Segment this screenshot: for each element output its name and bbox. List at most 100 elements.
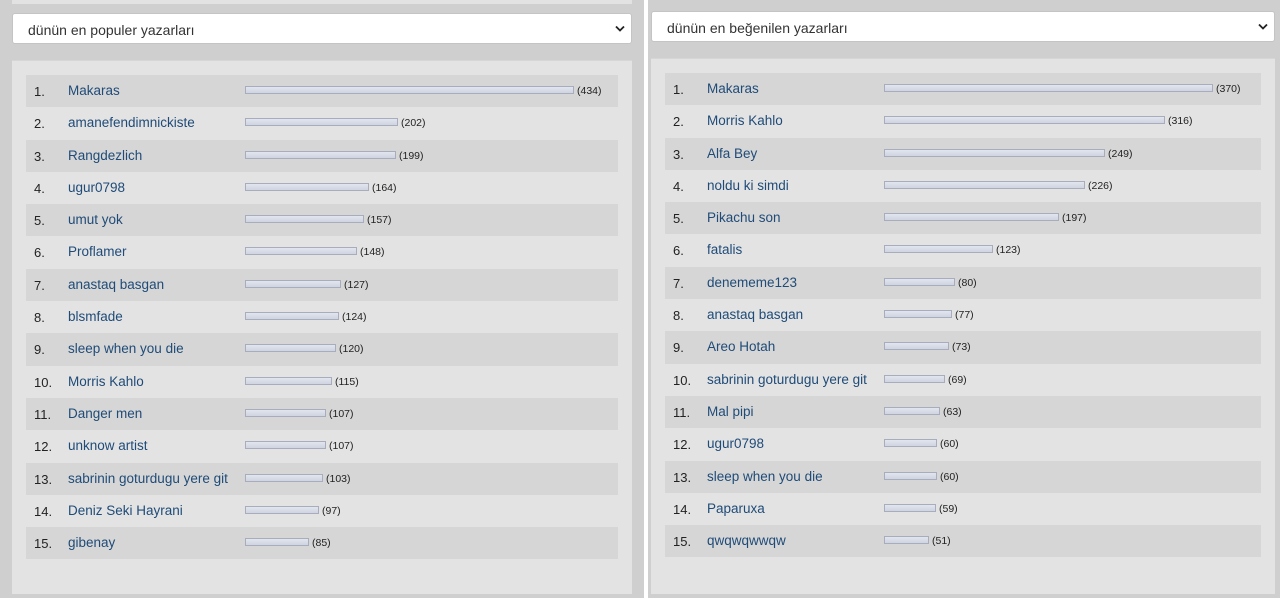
author-rank: 7. — [34, 277, 45, 293]
score-count: (202) — [401, 117, 426, 130]
author-rank: 9. — [673, 340, 684, 356]
author-row: 1. Makaras (370) — [665, 73, 1261, 106]
popular-authors-list: 1. Makaras (434) 2. amanefendimnickiste (202)… — [26, 75, 618, 560]
chevron-down-icon — [1258, 23, 1268, 30]
score-bar — [884, 310, 952, 319]
score-bar — [245, 344, 336, 353]
author-name-link[interactable]: Makaras — [707, 81, 759, 96]
author-name-link[interactable]: Proflamer — [68, 244, 127, 259]
score-bar — [884, 374, 945, 383]
author-name-link[interactable]: blsmfade — [68, 309, 123, 324]
author-row: 2. Morris Kahlo (316) — [665, 105, 1261, 137]
author-row: 10. sabrinin goturdugu yere git (69) — [665, 364, 1261, 396]
author-name-link[interactable]: noldu ki simdi — [707, 178, 789, 193]
author-name-link[interactable]: Pikachu son — [707, 210, 781, 225]
author-rank: 5. — [673, 211, 684, 227]
author-row: 12. unknow artist (107) — [26, 430, 618, 462]
score-bar — [884, 180, 1085, 189]
author-name-link[interactable]: anastaq basgan — [68, 277, 164, 292]
score-bar — [245, 538, 309, 547]
author-name-link[interactable]: Morris Kahlo — [707, 113, 783, 128]
score-bar — [245, 312, 339, 321]
score-bar — [884, 342, 949, 351]
author-name-link[interactable]: sabrinin goturdugu yere git — [68, 471, 228, 486]
score-count: (51) — [932, 535, 951, 548]
author-name-link[interactable]: Rangdezlich — [68, 148, 142, 163]
select-label: dünün en populer yazarları — [28, 22, 195, 38]
score-bar — [245, 118, 398, 127]
author-name-link[interactable]: Makaras — [68, 83, 120, 98]
author-name-link[interactable]: Areo Hotah — [707, 339, 775, 354]
score-bar — [884, 213, 1059, 222]
score-bar — [245, 473, 323, 482]
author-rank: 1. — [34, 84, 45, 99]
score-count: (199) — [399, 149, 424, 162]
popular-authors-panel: 1. Makaras (434) 2. amanefendimnickiste (202)… — [12, 60, 632, 594]
author-name-link[interactable]: sleep when you die — [707, 469, 823, 484]
score-bar — [245, 182, 369, 191]
author-rank: 4. — [673, 178, 684, 194]
score-bar — [884, 536, 929, 545]
author-rank: 13. — [34, 471, 53, 487]
popular-authors-select[interactable]: dünün en populer yazarları — [12, 13, 632, 44]
author-row: 4. ugur0798 (164) — [26, 172, 618, 204]
author-name-link[interactable]: Morris Kahlo — [68, 374, 144, 389]
author-name-link[interactable]: ugur0798 — [707, 436, 764, 451]
left-column: dünün en populer yazarları 1. Makaras (434… — [0, 0, 644, 598]
author-row: 8. anastaq basgan (77) — [665, 299, 1261, 331]
score-count: (226) — [1088, 179, 1113, 192]
score-count: (123) — [996, 244, 1021, 257]
author-name-link[interactable]: denememe123 — [707, 275, 797, 290]
author-name-link[interactable]: fatalis — [707, 242, 742, 257]
author-row: 12. ugur0798 (60) — [665, 428, 1261, 460]
author-name-link[interactable]: ugur0798 — [68, 180, 125, 195]
score-bar — [245, 376, 332, 385]
author-rank: 12. — [34, 439, 53, 455]
author-rank: 9. — [34, 342, 45, 358]
author-name-link[interactable]: Mal pipi — [707, 404, 754, 419]
author-row: 1. Makaras (434) — [26, 75, 618, 108]
author-rank: 8. — [34, 310, 45, 326]
score-bar — [884, 406, 940, 415]
score-bar — [884, 245, 993, 254]
author-row: 13. sleep when you die (60) — [665, 460, 1261, 493]
author-rank: 3. — [673, 146, 684, 162]
author-name-link[interactable]: sabrinin goturdugu yere git — [707, 372, 867, 387]
score-count: (60) — [940, 470, 959, 483]
author-rank: 3. — [34, 148, 45, 164]
liked-authors-select[interactable]: dünün en beğenilen yazarları — [651, 11, 1275, 42]
author-name-link[interactable]: Alfa Bey — [707, 146, 757, 161]
score-count: (80) — [958, 276, 977, 289]
author-name-link[interactable]: sleep when you die — [68, 341, 184, 356]
author-rank: 11. — [34, 406, 52, 422]
score-count: (103) — [326, 472, 351, 485]
author-name-link[interactable]: Paparuxa — [707, 501, 765, 516]
author-row: 11. Danger men (107) — [26, 397, 618, 431]
author-name-link[interactable]: Danger men — [68, 406, 142, 421]
score-count: (59) — [939, 502, 958, 515]
author-row: 5. umut yok (157) — [26, 204, 618, 237]
score-bar — [245, 150, 396, 159]
author-row: 7. denememe123 (80) — [665, 266, 1261, 300]
right-column: dünün en beğenilen yazarları 1. Makaras (3… — [648, 0, 1280, 598]
author-row: 2. amanefendimnickiste (202) — [26, 107, 618, 139]
score-bar — [884, 471, 937, 480]
score-count: (97) — [322, 504, 341, 517]
author-row: 8. blsmfade (124) — [26, 301, 618, 333]
score-bar — [884, 116, 1165, 125]
author-rank: 7. — [673, 275, 684, 291]
score-count: (77) — [955, 309, 974, 322]
score-bar — [884, 277, 955, 286]
author-name-link[interactable]: gibenay — [68, 535, 115, 550]
author-name-link[interactable]: Deniz Seki Hayrani — [68, 503, 183, 518]
author-row: 5. Pikachu son (197) — [665, 202, 1261, 235]
author-name-link[interactable]: anastaq basgan — [707, 307, 803, 322]
author-name-link[interactable]: unknow artist — [68, 438, 148, 453]
author-rank: 2. — [34, 116, 45, 132]
author-row: 10. Morris Kahlo (115) — [26, 366, 618, 398]
author-name-link[interactable]: amanefendimnickiste — [68, 115, 195, 130]
score-count: (124) — [342, 311, 367, 324]
author-name-link[interactable]: qwqwqwwqw — [707, 533, 786, 548]
author-name-link[interactable]: umut yok — [68, 212, 123, 227]
score-count: (249) — [1108, 147, 1133, 160]
